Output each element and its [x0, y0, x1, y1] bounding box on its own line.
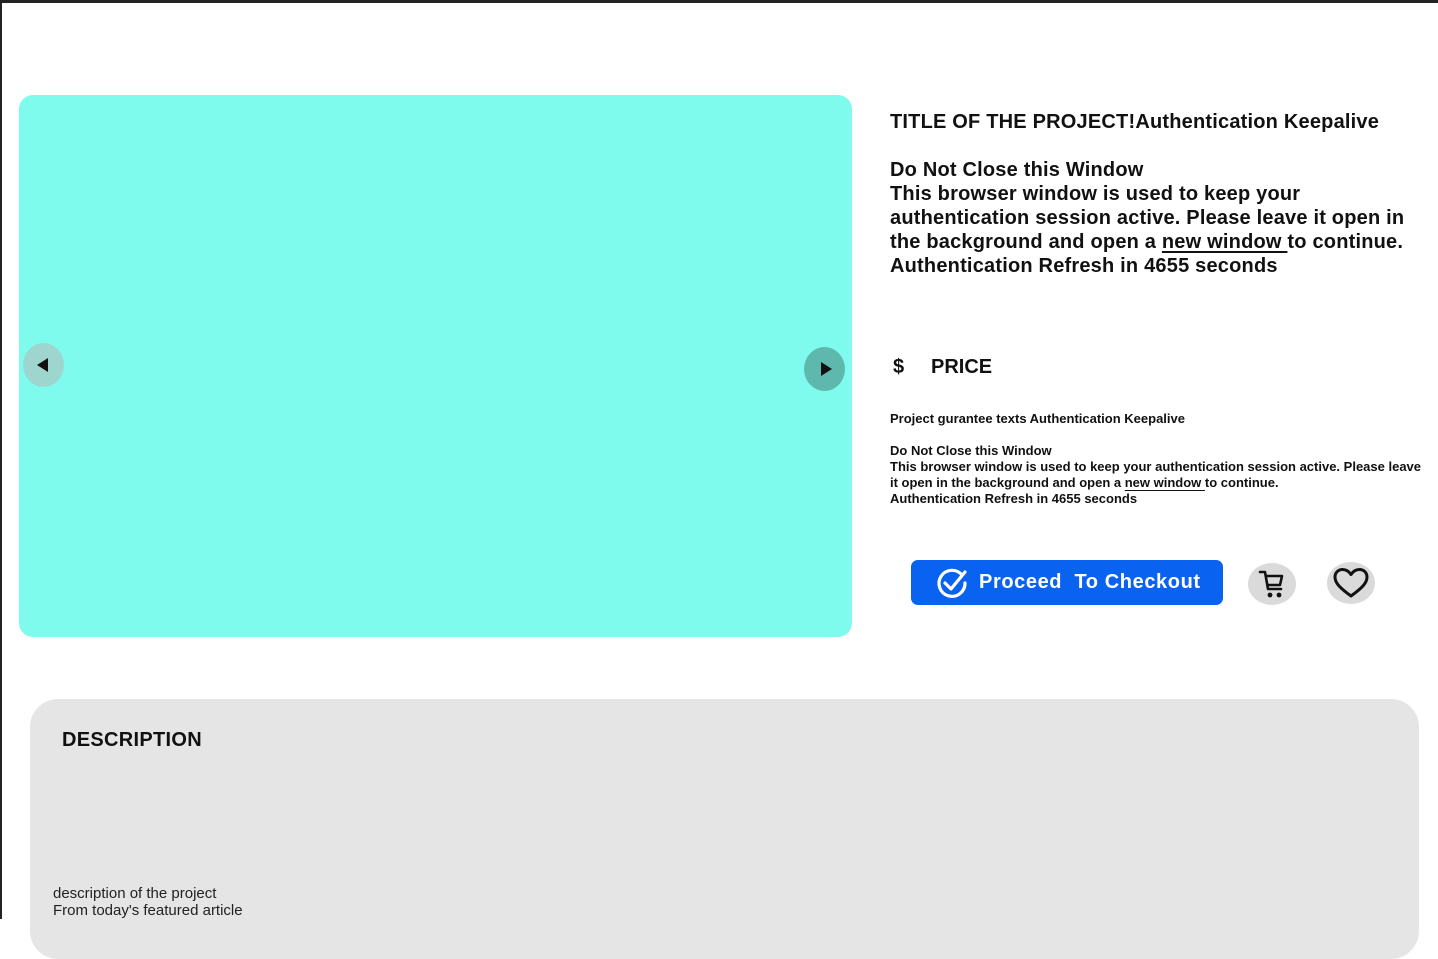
new-window-link[interactable]: new window [1162, 231, 1288, 253]
add-to-favorites-button[interactable] [1327, 562, 1375, 604]
add-to-cart-button[interactable] [1248, 563, 1296, 605]
proceed-to-checkout-button[interactable]: Proceed To Checkout [911, 560, 1223, 605]
notice-heading: Do Not Close this Window [890, 159, 1144, 181]
heart-icon [1332, 567, 1370, 599]
description-heading: DESCRIPTION [62, 729, 202, 751]
description-line: description of the project [53, 885, 217, 902]
guarantee-new-window-link[interactable]: new window [1125, 475, 1205, 490]
cart-icon [1257, 568, 1287, 600]
project-title: TITLE OF THE PROJECT!Authentication Keep… [890, 111, 1380, 133]
refresh-countdown: Authentication Refresh in 4655 seconds [890, 255, 1278, 277]
arrow-left-icon [36, 358, 48, 372]
guarantee-notice-text: This browser window is used to keep your… [890, 459, 1422, 490]
description-body: description of the project From today's … [53, 885, 243, 919]
description-panel [30, 699, 1419, 959]
check-circle-icon [935, 566, 969, 600]
guarantee-notice-heading: Do Not Close this Window [890, 443, 1052, 458]
project-info: TITLE OF THE PROJECT!Authentication Keep… [890, 110, 1426, 278]
arrow-right-icon [820, 362, 832, 376]
guarantee-text: Project gurantee texts Authentication Ke… [890, 411, 1430, 507]
image-carousel[interactable] [19, 95, 852, 637]
notice-text: This browser window is used to keep your… [890, 183, 1405, 253]
carousel-prev-button[interactable] [23, 343, 64, 387]
currency-symbol: $ [893, 356, 905, 378]
guarantee-refresh-countdown: Authentication Refresh in 4655 seconds [890, 491, 1138, 506]
guarantee-title: Project gurantee texts Authentication Ke… [890, 411, 1185, 426]
carousel-next-button[interactable] [804, 347, 845, 391]
price-row: $ PRICE [893, 356, 992, 379]
description-line: From today's featured article [53, 902, 243, 919]
price-label: PRICE [931, 356, 993, 378]
checkout-label: Proceed To Checkout [979, 571, 1201, 593]
